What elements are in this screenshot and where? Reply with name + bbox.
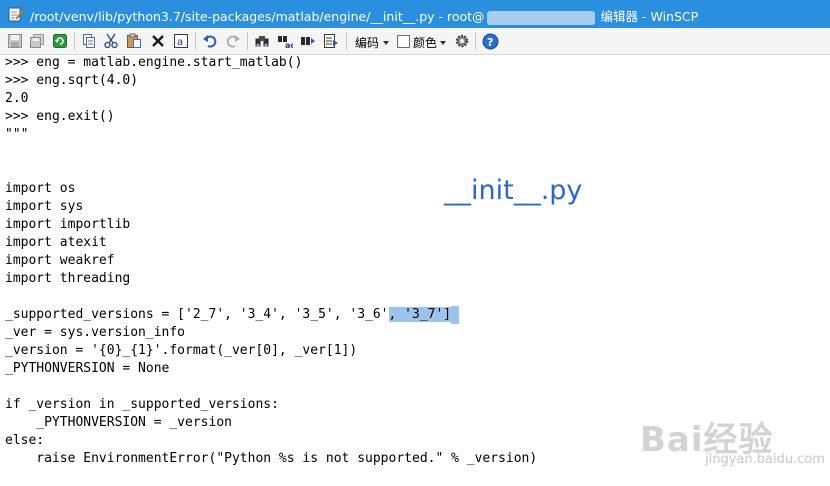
code-line: _PYTHONVERSION = _version bbox=[5, 415, 232, 430]
goto-line-icon[interactable] bbox=[322, 32, 340, 50]
chevron-down-icon bbox=[440, 41, 446, 45]
cut-icon[interactable] bbox=[102, 32, 120, 50]
window-title-path: /root/venv/lib/python3.7/site-packages/m… bbox=[30, 9, 485, 24]
save-all-icon[interactable] bbox=[28, 32, 46, 50]
code-line: raise EnvironmentError("Python %s is not… bbox=[5, 451, 538, 466]
redo-icon[interactable] bbox=[224, 32, 242, 50]
find-next-icon[interactable] bbox=[299, 32, 317, 50]
code-line: else: bbox=[5, 433, 45, 448]
code-line: >>> eng.sqrt(4.0) bbox=[5, 73, 139, 88]
select-all-icon[interactable]: a bbox=[172, 32, 190, 50]
file-name-annotation: __init__.py bbox=[444, 175, 583, 206]
svg-text:ac: ac bbox=[285, 41, 293, 49]
window-title: /root/venv/lib/python3.7/site-packages/m… bbox=[30, 6, 698, 25]
code-text: _supported_versions = ['2_7', '3_4', '3_… bbox=[5, 307, 389, 322]
color-menu[interactable]: 颜色 bbox=[413, 34, 437, 51]
reload-icon[interactable] bbox=[51, 32, 69, 50]
svg-text:a: a bbox=[177, 37, 183, 48]
undo-icon[interactable] bbox=[201, 32, 219, 50]
save-icon[interactable] bbox=[6, 32, 24, 50]
code-line: """ bbox=[5, 127, 29, 142]
code-line: >>> eng = matlab.engine.start_matlab() bbox=[5, 55, 303, 70]
code-line: import atexit bbox=[5, 235, 107, 250]
code-line: >>> eng.exit() bbox=[5, 109, 115, 124]
editor-app-icon bbox=[7, 5, 25, 23]
redacted-host bbox=[486, 10, 595, 25]
settings-icon[interactable] bbox=[453, 32, 471, 50]
svg-text:?: ? bbox=[487, 36, 493, 49]
copy-icon[interactable] bbox=[80, 32, 98, 50]
delete-icon[interactable] bbox=[149, 32, 167, 50]
code-line: import weakref bbox=[5, 253, 115, 268]
code-line: import importlib bbox=[5, 217, 131, 232]
code-line: import threading bbox=[5, 271, 131, 286]
encoding-menu[interactable]: 编码 bbox=[355, 34, 379, 51]
code-line: if _version in _supported_versions: bbox=[5, 397, 279, 412]
window-title-suffix: 编辑器 - WinSCP bbox=[596, 9, 699, 24]
code-line: _version = '{0}_{1}'.format(_ver[0], _ve… bbox=[5, 343, 358, 358]
replace-icon[interactable]: ac bbox=[276, 32, 294, 50]
selection-tail bbox=[451, 306, 460, 324]
selected-text: , '3_7'] bbox=[388, 307, 452, 322]
code-line: import sys bbox=[5, 199, 84, 214]
code-line: _PYTHONVERSION = None bbox=[5, 361, 170, 376]
paste-icon[interactable] bbox=[125, 32, 143, 50]
code-line: _ver = sys.version_info bbox=[5, 325, 186, 340]
color-checkbox[interactable] bbox=[397, 35, 410, 48]
help-icon[interactable]: ? bbox=[481, 32, 499, 50]
code-line: _supported_versions = ['2_7', '3_4', '3_… bbox=[5, 306, 460, 324]
title-bar: /root/venv/lib/python3.7/site-packages/m… bbox=[0, 0, 830, 28]
toolbar: a ac 编码 颜色 ? bbox=[0, 28, 830, 55]
watermark-url: jingyan.baidu.com bbox=[705, 452, 825, 467]
find-icon[interactable] bbox=[253, 32, 271, 50]
baidu-watermark: Bai经验 jingyan.baidu.com bbox=[640, 412, 825, 482]
code-line: 2.0 bbox=[5, 91, 29, 106]
code-line: import os bbox=[5, 181, 76, 196]
chevron-down-icon bbox=[383, 41, 389, 45]
